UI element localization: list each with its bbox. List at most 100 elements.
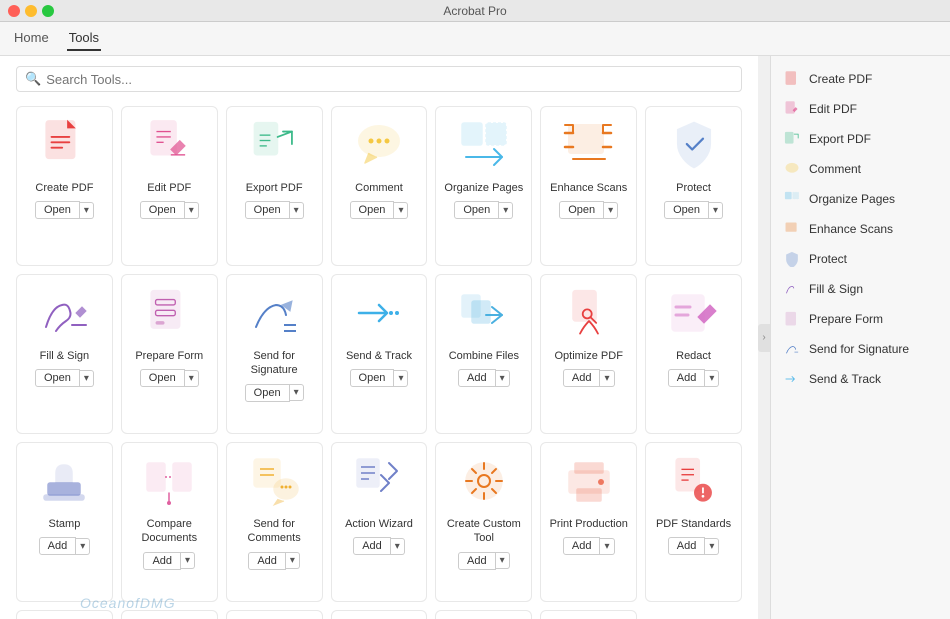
stamp-icon [34, 451, 94, 511]
sidebar: Create PDF Edit PDF Export PDF Comment Organ… [770, 56, 950, 619]
combine-files-dropdown-arrow[interactable]: ▾ [496, 370, 510, 387]
nav-tools[interactable]: Tools [67, 26, 101, 51]
send-track-icon [349, 283, 409, 343]
send-track-button[interactable]: Open [350, 369, 395, 387]
tool-item-enhance-scans: Enhance ScansOpen▾ [540, 106, 637, 266]
comment-button[interactable]: Open [350, 201, 395, 219]
send-comments-dropdown-arrow[interactable]: ▾ [286, 552, 300, 569]
print-production-dropdown-arrow[interactable]: ▾ [600, 538, 614, 555]
organize-pages-button[interactable]: Open [454, 201, 499, 219]
sidebar-protect-icon [783, 250, 801, 268]
sidebar-item-export-pdf[interactable]: Export PDF [771, 124, 950, 154]
enhance-scans-btn-wrap: Open▾ [559, 201, 618, 219]
send-track-btn-wrap: Open▾ [350, 369, 409, 387]
print-production-btn-wrap: Add▾ [563, 537, 615, 555]
send-comments-button[interactable]: Add [248, 552, 286, 570]
minimize-button[interactable] [25, 5, 37, 17]
create-pdf-button[interactable]: Open [35, 201, 80, 219]
tool-item-send-signature: Send for SignatureOpen▾ [226, 274, 323, 434]
content-area: 🔍 Create PDFOpen▾Edit PDFOpen▾Export PDF… [0, 56, 758, 619]
sidebar-item-send-track[interactable]: Send & Track [771, 364, 950, 394]
create-pdf-icon [34, 115, 94, 175]
send-signature-icon [244, 283, 304, 343]
action-wizard-button[interactable]: Add [353, 537, 391, 555]
create-pdf-name: Create PDF [35, 181, 93, 195]
send-signature-button[interactable]: Open [245, 384, 290, 402]
organize-pages-dropdown-arrow[interactable]: ▾ [499, 202, 513, 219]
tool-item-prepare-form: Prepare FormOpen▾ [121, 274, 218, 434]
stamp-dropdown-arrow[interactable]: ▾ [76, 538, 90, 555]
combine-files-button[interactable]: Add [458, 369, 496, 387]
redact-dropdown-arrow[interactable]: ▾ [705, 370, 719, 387]
optimize-pdf-button[interactable]: Add [563, 369, 601, 387]
create-pdf-dropdown-arrow[interactable]: ▾ [80, 202, 94, 219]
compare-docs-button[interactable]: Add [143, 552, 181, 570]
prepare-form-dropdown-arrow[interactable]: ▾ [185, 370, 199, 387]
sidebar-protect-label: Protect [809, 252, 847, 266]
fill-sign-dropdown-arrow[interactable]: ▾ [80, 370, 94, 387]
protect-dropdown-arrow[interactable]: ▾ [709, 202, 723, 219]
sidebar-item-edit-pdf[interactable]: Edit PDF [771, 94, 950, 124]
comment-dropdown-arrow[interactable]: ▾ [394, 202, 408, 219]
sidebar-item-send-signature[interactable]: Send for Signature [771, 334, 950, 364]
pdf-standards-dropdown-arrow[interactable]: ▾ [705, 538, 719, 555]
edit-pdf-dropdown-arrow[interactable]: ▾ [185, 202, 199, 219]
combine-files-icon [454, 283, 514, 343]
sidebar-item-comment[interactable]: Comment [771, 154, 950, 184]
tool-item-organize-pages: Organize PagesOpen▾ [435, 106, 532, 266]
redact-btn-wrap: Add▾ [668, 369, 720, 387]
action-wizard-icon [349, 451, 409, 511]
send-track-dropdown-arrow[interactable]: ▾ [394, 370, 408, 387]
search-input[interactable] [46, 72, 733, 87]
sidebar-item-protect[interactable]: Protect [771, 244, 950, 274]
sidebar-enhance-scans-icon [783, 220, 801, 238]
tool-item-comment: CommentOpen▾ [331, 106, 428, 266]
redact-name: Redact [676, 349, 711, 363]
tools-grid: Create PDFOpen▾Edit PDFOpen▾Export PDFOp… [16, 106, 742, 619]
prepare-form-button[interactable]: Open [140, 369, 185, 387]
send-signature-dropdown-arrow[interactable]: ▾ [290, 384, 304, 401]
stamp-button[interactable]: Add [39, 537, 77, 555]
sidebar-organize-pages-label: Organize Pages [809, 192, 895, 206]
sidebar-toggle[interactable]: › [758, 324, 770, 352]
redact-button[interactable]: Add [668, 369, 706, 387]
create-custom-dropdown-arrow[interactable]: ▾ [496, 552, 510, 569]
protect-button[interactable]: Open [664, 201, 709, 219]
pdf-standards-button[interactable]: Add [668, 537, 706, 555]
print-production-button[interactable]: Add [563, 537, 601, 555]
sidebar-item-prepare-form[interactable]: Prepare Form [771, 304, 950, 334]
fill-sign-button[interactable]: Open [35, 369, 80, 387]
fill-sign-icon [34, 283, 94, 343]
maximize-button[interactable] [42, 5, 54, 17]
sidebar-edit-pdf-label: Edit PDF [809, 102, 857, 116]
enhance-scans-dropdown-arrow[interactable]: ▾ [604, 202, 618, 219]
sidebar-export-pdf-label: Export PDF [809, 132, 871, 146]
tool-item-send-track: Send & TrackOpen▾ [331, 274, 428, 434]
protect-name: Protect [676, 181, 711, 195]
action-wizard-dropdown-arrow[interactable]: ▾ [391, 538, 405, 555]
tool-item-fill-sign: Fill & SignOpen▾ [16, 274, 113, 434]
compare-docs-dropdown-arrow[interactable]: ▾ [181, 552, 195, 569]
edit-pdf-button[interactable]: Open [140, 201, 185, 219]
edit-pdf-btn-wrap: Open▾ [140, 201, 199, 219]
nav-home[interactable]: Home [12, 26, 51, 51]
sidebar-prepare-form-icon [783, 310, 801, 328]
optimize-pdf-dropdown-arrow[interactable]: ▾ [600, 370, 614, 387]
create-custom-button[interactable]: Add [458, 552, 496, 570]
close-button[interactable] [8, 5, 20, 17]
send-comments-name: Send for Comments [231, 517, 318, 546]
send-signature-btn-wrap: Open▾ [245, 384, 304, 402]
export-pdf-dropdown-arrow[interactable]: ▾ [290, 202, 304, 219]
sidebar-item-fill-sign[interactable]: Fill & Sign [771, 274, 950, 304]
window-controls[interactable] [8, 5, 54, 17]
tool-item-accessibility: AccessibilityAdd▾ [121, 610, 218, 619]
export-pdf-button[interactable]: Open [245, 201, 290, 219]
enhance-scans-button[interactable]: Open [559, 201, 604, 219]
sidebar-item-create-pdf[interactable]: Create PDF [771, 64, 950, 94]
compare-docs-name: Compare Documents [126, 517, 213, 546]
sidebar-item-enhance-scans[interactable]: Enhance Scans [771, 214, 950, 244]
pdf-standards-icon [664, 451, 724, 511]
sidebar-item-organize-pages[interactable]: Organize Pages [771, 184, 950, 214]
sidebar-prepare-form-label: Prepare Form [809, 312, 883, 326]
sidebar-organize-pages-icon [783, 190, 801, 208]
